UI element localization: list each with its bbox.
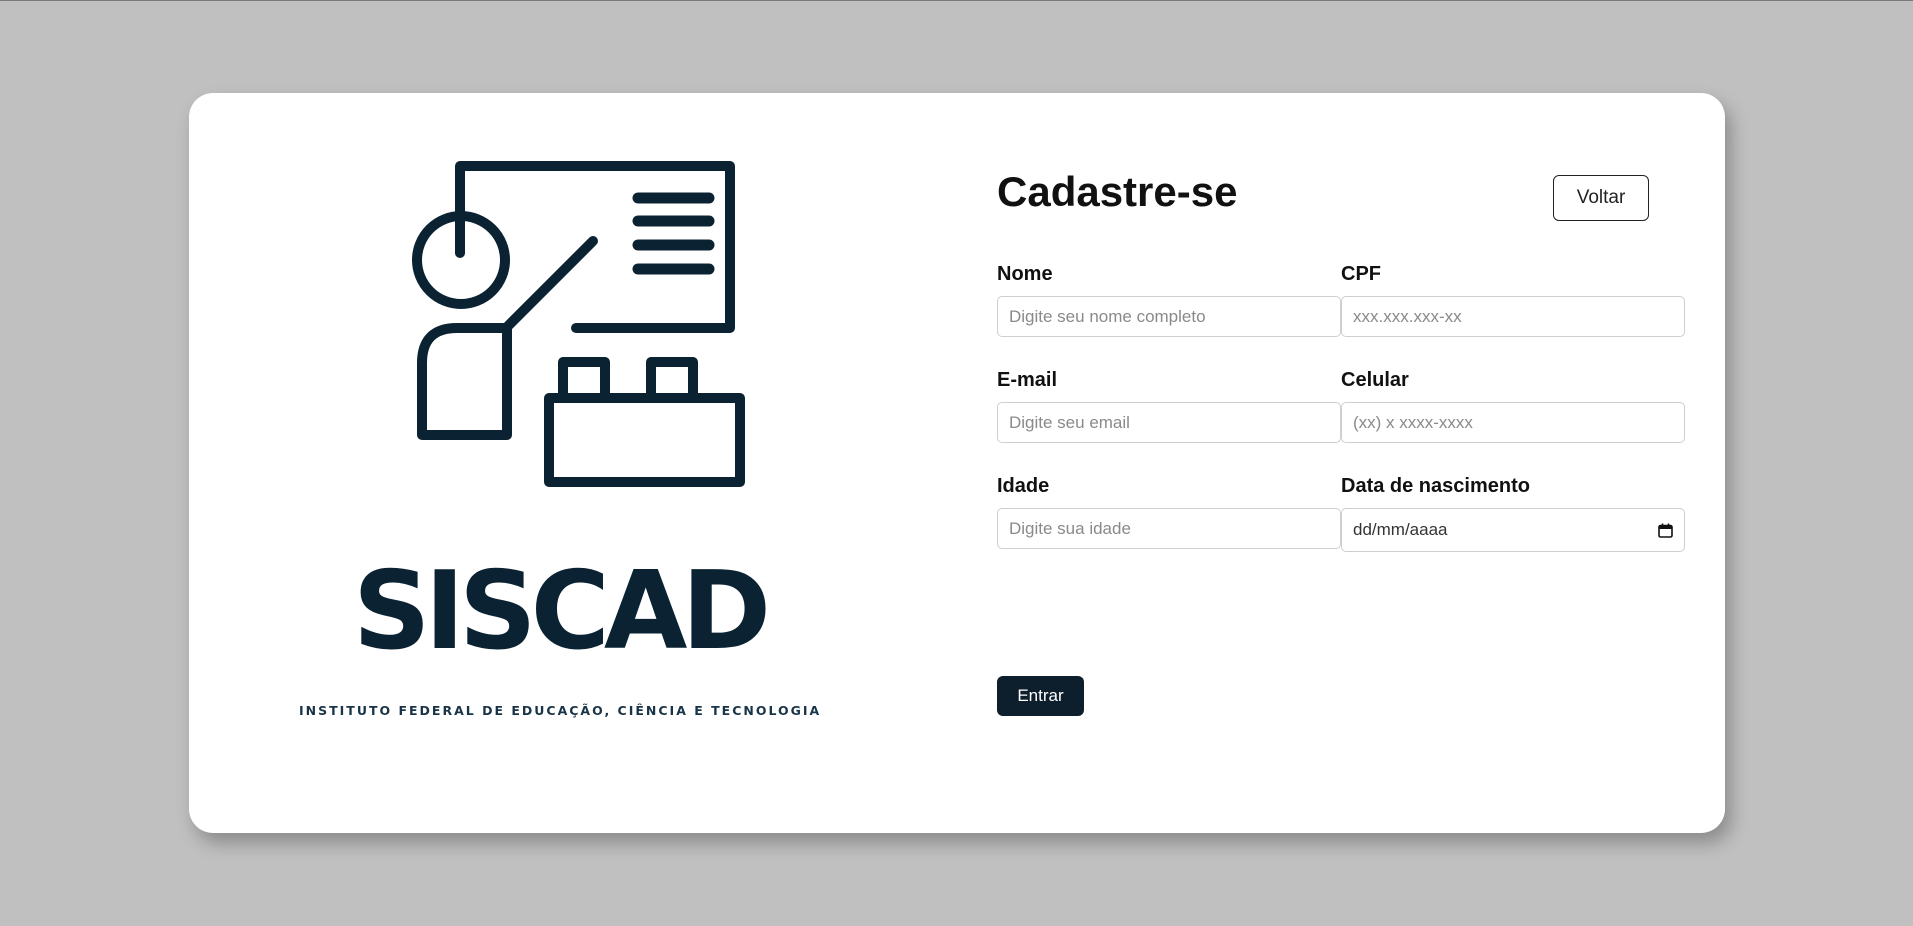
cpf-label: CPF	[1341, 263, 1381, 285]
idade-field-group: Idade	[997, 473, 1341, 549]
registration-card: SISCAD INSTITUTO FEDERAL DE EDUCAÇÃO, CI…	[189, 93, 1725, 833]
idade-input[interactable]	[997, 508, 1341, 549]
email-field-group: E-mail	[997, 367, 1341, 443]
nascimento-label: Data de nascimento	[1341, 475, 1530, 497]
idade-label: Idade	[997, 475, 1050, 497]
celular-field-group: Celular	[1341, 367, 1685, 443]
nome-input[interactable]	[997, 296, 1341, 337]
teacher-board-icon	[412, 161, 745, 487]
brand-name: SISCAD	[352, 549, 771, 674]
nome-label: Nome	[997, 263, 1053, 285]
cpf-input[interactable]	[1341, 296, 1685, 337]
email-label: E-mail	[997, 369, 1058, 391]
back-button[interactable]: Voltar	[1553, 175, 1649, 221]
page-title: Cadastre-se	[997, 168, 1238, 215]
nascimento-date-input[interactable]: dd/mm/aaaa	[1341, 508, 1685, 552]
date-placeholder: dd/mm/aaaa	[1353, 520, 1448, 539]
brand-tagline: INSTITUTO FEDERAL DE EDUCAÇÃO, CIÊNCIA E…	[299, 703, 822, 718]
registration-form: Cadastre-se Voltar Nome CPF E-mail Celul…	[997, 133, 1687, 733]
email-input[interactable]	[997, 402, 1341, 443]
cpf-field-group: CPF	[1341, 261, 1685, 337]
nome-field-group: Nome	[997, 261, 1341, 337]
celular-label: Celular	[1341, 369, 1409, 391]
calendar-icon[interactable]	[1658, 523, 1673, 538]
nascimento-field-group: Data de nascimento dd/mm/aaaa	[1341, 473, 1685, 552]
siscad-logo: SISCAD INSTITUTO FEDERAL DE EDUCAÇÃO, CI…	[299, 153, 819, 718]
window-top-border	[0, 0, 1913, 1]
submit-button[interactable]: Entrar	[997, 676, 1084, 716]
celular-input[interactable]	[1341, 402, 1685, 443]
